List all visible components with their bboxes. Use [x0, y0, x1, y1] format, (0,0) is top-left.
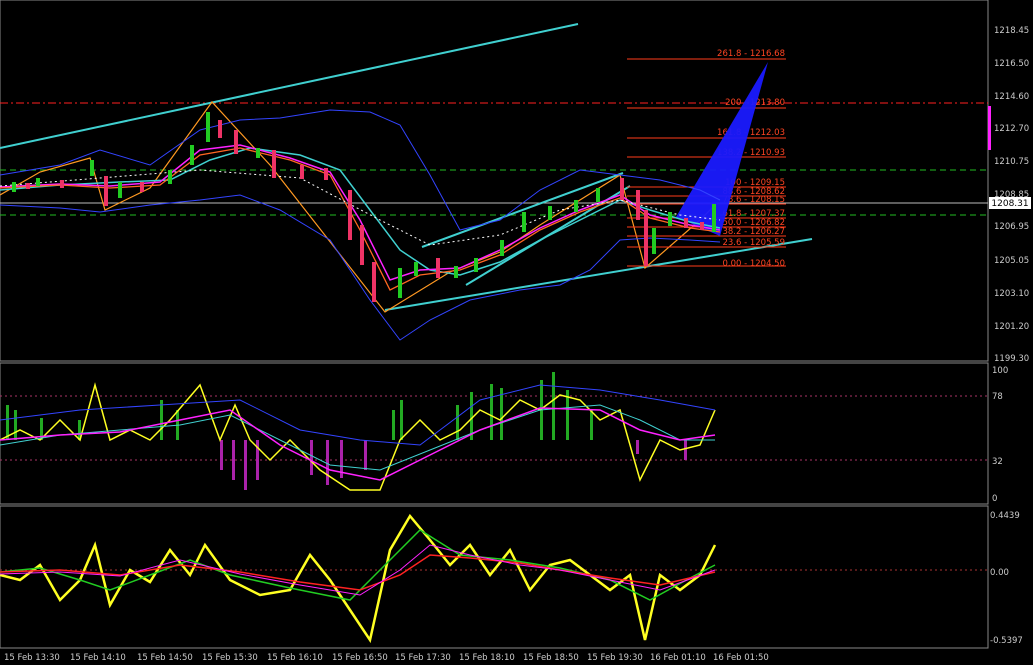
price-axis-label: 1199.30: [994, 354, 1029, 364]
osc-axis-label: 78: [992, 392, 1003, 402]
macd-axis-label: 0.00: [990, 568, 1009, 578]
time-axis-label: 16 Feb 01:50: [713, 653, 769, 663]
time-axis-label: 15 Feb 16:10: [267, 653, 323, 663]
price-axis-label: 1216.50: [994, 59, 1029, 69]
current-price-label: 1208.31: [991, 199, 1028, 209]
price-marker: [988, 106, 991, 150]
price-axis-label: 1214.60: [994, 92, 1029, 102]
time-axis-label: 15 Feb 19:30: [587, 653, 643, 663]
fibo-label: 261.8 - 1216.68: [717, 49, 785, 59]
osc-axis-label: 0: [992, 494, 997, 504]
macd-panel[interactable]: [0, 505, 989, 649]
price-axis-label: 1203.10: [994, 289, 1029, 299]
price-axis-label: 1210.75: [994, 157, 1029, 167]
osc-axis-label: 32: [992, 457, 1003, 467]
oscillator-panel[interactable]: [0, 362, 989, 505]
price-axis-label: 1212.70: [994, 124, 1029, 134]
time-axis-label: 15 Feb 18:10: [459, 653, 515, 663]
fibo-label: 23.6 - 1205.59: [722, 238, 785, 248]
price-axis-label: 1205.05: [994, 256, 1029, 266]
fibo-label: 78.6 - 1208.15: [722, 195, 785, 205]
time-axis-label: 15 Feb 16:50: [332, 653, 388, 663]
time-axis-label: 15 Feb 14:50: [137, 653, 193, 663]
price-axis-label: 1201.20: [994, 322, 1029, 332]
time-axis-label: 15 Feb 18:50: [523, 653, 579, 663]
osc-axis-label: 100: [992, 366, 1008, 376]
fibo-label: 0.00 - 1204.50: [722, 259, 785, 269]
price-axis-label: 1218.45: [994, 26, 1029, 36]
macd-axis-label: -0.5397: [990, 636, 1023, 646]
price-axis-label: 1206.95: [994, 222, 1029, 232]
trading-terminal: 261.8 - 1216.68 200 - 1213.80 161.8 - 12…: [0, 0, 1031, 663]
time-axis-label: 16 Feb 01:10: [650, 653, 706, 663]
fibo-label: 38.2 - 1206.27: [722, 227, 785, 237]
time-axis-label: 15 Feb 14:10: [70, 653, 126, 663]
time-axis-label: 15 Feb 15:30: [202, 653, 258, 663]
macd-axis-label: 0.4439: [990, 511, 1020, 521]
price-axis-label: 1208.85: [994, 190, 1029, 200]
time-axis-label: 15 Feb 13:30: [4, 653, 60, 663]
time-axis-label: 15 Feb 17:30: [395, 653, 451, 663]
